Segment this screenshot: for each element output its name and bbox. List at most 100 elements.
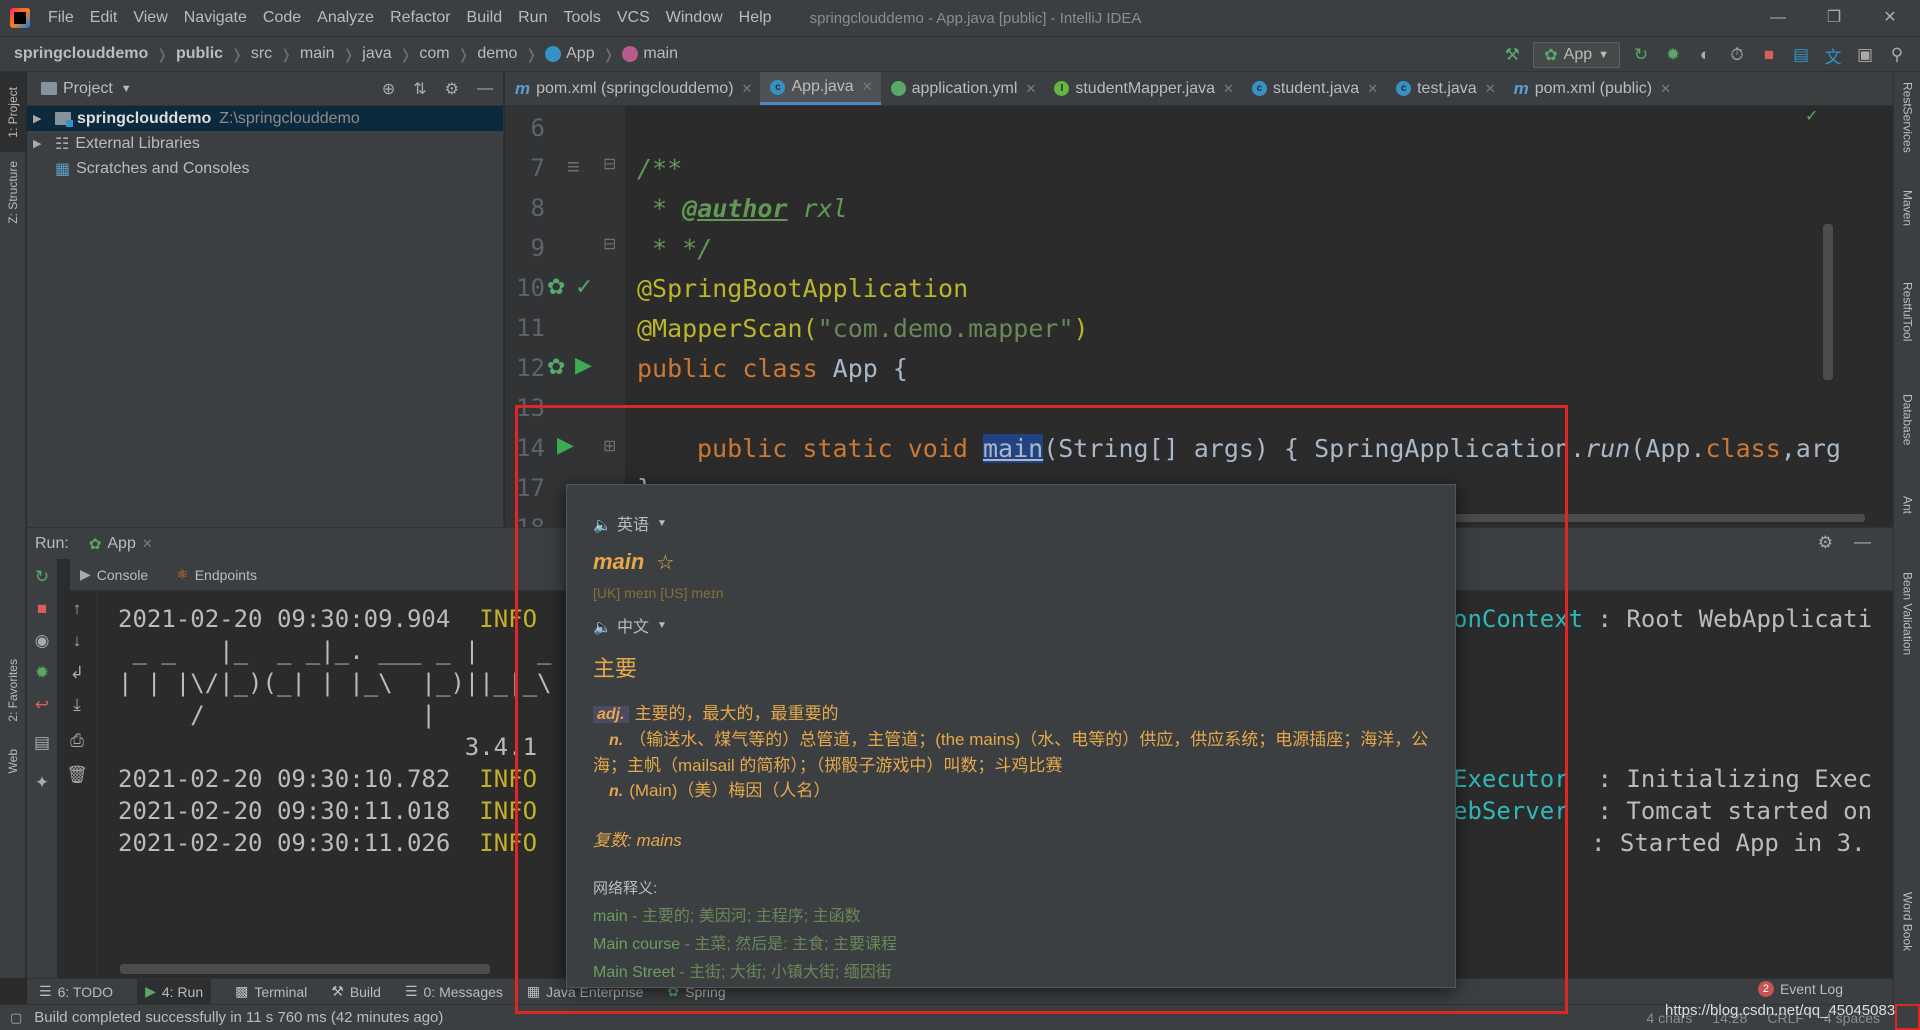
run-tab-app[interactable]: App	[107, 535, 135, 553]
source-language-select[interactable]: 英语	[617, 511, 649, 535]
breadcrumb-main[interactable]: main	[300, 45, 335, 63]
print-icon[interactable]: ⎙	[62, 731, 92, 751]
fold-icon[interactable]: ⊟	[603, 154, 616, 174]
hide-icon[interactable]: —	[1854, 532, 1871, 552]
tab-run[interactable]: ▶ 4: Run	[137, 978, 212, 1005]
tab-todo[interactable]: ☰ 6: TODO	[39, 983, 113, 1000]
stop-icon[interactable]: ■	[1758, 44, 1780, 66]
run-config-select[interactable]: ✿ App ▼	[1533, 42, 1620, 68]
translate-icon[interactable]: 文	[1822, 44, 1844, 67]
star-icon[interactable]: ☆	[656, 550, 674, 575]
tab-database[interactable]: Database	[1894, 394, 1920, 445]
hide-icon[interactable]: —	[477, 80, 493, 98]
breadcrumb-com[interactable]: com	[419, 45, 449, 63]
run-main-gutter-icon[interactable]: ▶	[557, 432, 574, 458]
tab-console[interactable]: ▶ Console	[80, 566, 148, 583]
menu-window[interactable]: Window	[658, 0, 731, 36]
breadcrumb-demo[interactable]: demo	[477, 45, 517, 63]
gear-icon[interactable]: ⚙	[445, 79, 459, 99]
rerun-icon[interactable]: ↻	[27, 567, 57, 587]
menu-run[interactable]: Run	[510, 0, 555, 36]
project-structure-icon[interactable]: ▤	[1790, 44, 1812, 66]
breadcrumb-java[interactable]: java	[362, 45, 391, 63]
editor-horizontal-scrollbar[interactable]	[1405, 514, 1865, 522]
menu-build[interactable]: Build	[459, 0, 511, 36]
breadcrumb-module[interactable]: public	[176, 45, 223, 63]
breadcrumb-class[interactable]: App	[566, 45, 594, 63]
run-gutter-icon[interactable]: ▶	[575, 352, 592, 378]
menu-refactor[interactable]: Refactor	[382, 0, 458, 36]
rerun-icon[interactable]: ↻	[1630, 44, 1652, 66]
search-icon[interactable]: ⚲	[1886, 44, 1908, 66]
layout-icon[interactable]: ▣	[1854, 44, 1876, 66]
tab-messages[interactable]: ☰ 0: Messages	[405, 983, 503, 1000]
up-arrow-icon[interactable]: ↑	[62, 599, 92, 619]
profile-icon[interactable]: ⏱	[1726, 44, 1748, 66]
tab-terminal[interactable]: ▩ Terminal	[235, 983, 307, 1000]
project-view-select[interactable]: Project	[63, 80, 113, 98]
fold-icon[interactable]: ⊟	[603, 234, 616, 254]
tab-restservices[interactable]: RestServices	[1894, 82, 1920, 153]
menu-navigate[interactable]: Navigate	[176, 0, 255, 36]
tab-student-java[interactable]: c student.java ✕	[1242, 72, 1386, 105]
trash-icon[interactable]: 🗑	[62, 765, 92, 785]
menu-code[interactable]: Code	[255, 0, 309, 36]
fold-icon[interactable]: ⊞	[603, 436, 616, 456]
coverage-icon[interactable]: ◐	[1694, 44, 1716, 66]
menu-analyze[interactable]: Analyze	[309, 0, 382, 36]
exit-icon[interactable]: ↩	[27, 695, 57, 715]
spring-config-icon[interactable]: ✓	[575, 274, 593, 300]
tab-test-java[interactable]: c test.java ✕	[1386, 72, 1504, 105]
close-tab-icon[interactable]: ✕	[742, 81, 753, 97]
soft-wrap-icon[interactable]: ↲	[62, 663, 92, 683]
status-window-icon[interactable]: ▢	[10, 1010, 22, 1026]
code-editor[interactable]: 6 7 8 9 10 11 12 13 14 17 18 ≡ ⊟ ⊟ ✿ ✓ ✿…	[505, 106, 1893, 527]
build-hammer-icon[interactable]: ⚒	[1501, 44, 1523, 66]
down-arrow-icon[interactable]: ↓	[62, 631, 92, 651]
expand-arrow-icon[interactable]: ▶	[33, 137, 47, 150]
menu-view[interactable]: View	[125, 0, 175, 36]
status-message[interactable]: Build completed successfully in 11 s 760…	[34, 1009, 443, 1026]
close-tab-icon[interactable]: ✕	[1660, 81, 1671, 97]
tab-web[interactable]: Web	[0, 736, 26, 786]
close-icon[interactable]: ✕	[1862, 0, 1918, 36]
breadcrumb-project[interactable]: springclouddemo	[14, 45, 148, 63]
tab-studentmapper-java[interactable]: IstudentMapper.java ✕	[1044, 72, 1242, 105]
pin-icon[interactable]: ✦	[27, 773, 57, 793]
tab-pom-springclouddemo[interactable]: m pom.xml (springclouddemo) ✕	[505, 72, 760, 105]
speaker-icon[interactable]: 🔈	[593, 618, 612, 636]
menu-file[interactable]: File	[40, 0, 82, 36]
tab-ant[interactable]: Ant	[1894, 496, 1920, 514]
minimize-icon[interactable]: —	[1750, 0, 1806, 36]
tab-application-yml[interactable]: application.yml ✕	[881, 72, 1045, 105]
event-log-button[interactable]: 2 Event Log	[1757, 981, 1843, 997]
close-tab-icon[interactable]: ✕	[1223, 81, 1234, 97]
spring-bean-icon[interactable]: ✿	[547, 274, 565, 300]
tree-item-external-libraries[interactable]: ▶ ☷ External Libraries	[27, 131, 503, 156]
debug-icon[interactable]: ✹	[1662, 44, 1684, 66]
expand-arrow-icon[interactable]: ▶	[33, 112, 47, 125]
chevron-down-icon[interactable]: ▼	[121, 83, 132, 95]
tree-item-scratches[interactable]: ▦ Scratches and Consoles	[27, 156, 503, 181]
menu-edit[interactable]: Edit	[82, 0, 126, 36]
tab-bean-validation[interactable]: Bean Validation	[1894, 572, 1920, 655]
spring-app-icon[interactable]: ✿	[547, 354, 565, 380]
close-tab-icon[interactable]: ✕	[1367, 81, 1378, 97]
chevron-down-icon[interactable]: ▼	[657, 518, 667, 529]
debug-icon[interactable]: ✹	[27, 663, 57, 683]
stop-icon[interactable]: ■	[27, 599, 57, 619]
close-tab-icon[interactable]: ✕	[1025, 81, 1036, 97]
speaker-icon[interactable]: 🔈	[593, 516, 612, 534]
menu-tools[interactable]: Tools	[555, 0, 608, 36]
gear-icon[interactable]: ⚙	[1818, 533, 1833, 553]
locate-icon[interactable]: ⊕	[382, 79, 395, 99]
menu-vcs[interactable]: VCS	[609, 0, 658, 36]
tab-restfultool[interactable]: RestfulTool	[1894, 282, 1920, 341]
tab-app-java[interactable]: c App.java ✕	[760, 72, 881, 105]
breadcrumb-method[interactable]: main	[643, 45, 678, 63]
tab-endpoints[interactable]: ⚛ Endpoints	[176, 566, 257, 583]
collapse-all-icon[interactable]: ⇅	[413, 79, 426, 99]
doc-render-icon[interactable]: ≡	[567, 154, 580, 180]
tab-structure[interactable]: Z: Structure	[0, 152, 26, 232]
close-tab-icon[interactable]: ✕	[142, 536, 153, 552]
